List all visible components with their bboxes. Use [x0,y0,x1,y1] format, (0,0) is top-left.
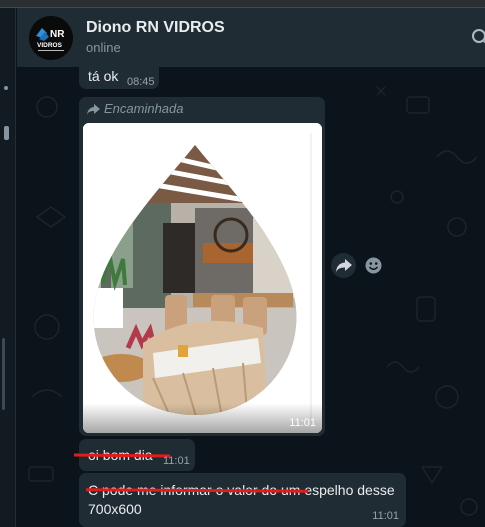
search-icon[interactable] [469,27,485,47]
message-time: 11:01 [289,417,316,429]
message-time: 11:01 [372,510,399,522]
image-overlay [83,403,322,433]
message-time: 08:45 [127,76,155,88]
message-text: C pode me informar o valor do um espelho… [88,482,395,517]
message-bubble-image[interactable]: Encaminhada 11:01 [79,97,325,436]
brand-logo: NR VIDROS [29,16,73,60]
emoji-icon[interactable] [362,254,385,277]
interior-room-photo [83,123,322,433]
contact-status: online [86,40,121,55]
selected-chat-indicator [2,338,5,410]
contact-name[interactable]: Diono RN VIDROS [86,19,225,37]
chat-list-scrollbar[interactable] [4,126,9,140]
avatar[interactable]: NR VIDROS [29,16,73,60]
chat-list-edge [0,8,16,527]
chat-list-marker [4,86,8,90]
message-bubble[interactable]: C pode me informar o valor do um espelho… [79,473,406,527]
message-bubble[interactable]: oi bom dia 11:01 [73,439,195,471]
conversation-header[interactable]: NR VIDROS Diono RN VIDROS online [17,8,485,67]
avatar-logo-top: NR [50,29,65,40]
avatar-logo-bottom: VIDROS [37,42,63,49]
message-list[interactable]: tá ok 08:45 Encaminhada 11:01 11:01 espe… [17,67,485,527]
message-time: 11:01 [163,455,190,467]
share-arrow-icon[interactable] [331,253,356,278]
message-image[interactable]: 11:01 [83,123,322,433]
top-strip [0,0,485,8]
forwarded-icon [87,104,100,115]
forwarded-text: Encaminhada [104,101,184,116]
message-text: tá ok [88,68,119,84]
whatsapp-window: NR VIDROS Diono RN VIDROS online tá ok 0… [0,0,485,527]
forwarded-label: Encaminhada [87,101,184,116]
message-bubble[interactable]: tá ok 08:45 [79,67,159,89]
